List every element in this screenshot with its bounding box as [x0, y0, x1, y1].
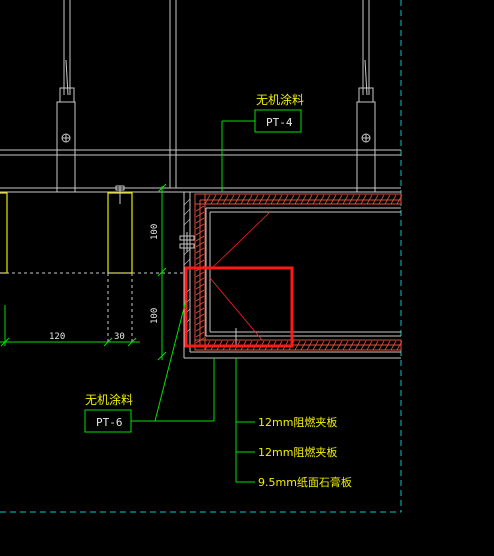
hanger-rods: [63, 0, 370, 188]
layer-note-3: 9.5mm纸面石膏板: [258, 475, 352, 489]
dimension-text-120: 120: [49, 332, 65, 342]
cad-drawing-canvas[interactable]: 无机涂料 PT-4 无机涂料 PT-6 12mm阻燃夹板 12mm阻燃夹板 9.…: [0, 0, 494, 556]
callout-left-material: 无机涂料: [85, 392, 133, 407]
callout-left-code: PT-6: [96, 416, 123, 429]
layer-note-1: 12mm阻燃夹板: [258, 415, 337, 429]
dimension-text-30: 30: [114, 332, 125, 342]
section-diagonals: [209, 211, 271, 341]
inner-framing: [205, 207, 401, 337]
hanger-bracket-left: [56, 87, 76, 193]
layer-note-leaders: [155, 358, 255, 483]
ceiling-detail-drawing: 无机涂料 PT-4 无机涂料 PT-6 12mm阻燃夹板 12mm阻燃夹板 9.…: [0, 0, 403, 513]
hanger-bracket-right: [356, 87, 376, 193]
callout-left-leader: [84, 299, 187, 433]
vertical-dimension: [157, 183, 167, 361]
dimension-text-upper: 100: [150, 224, 160, 240]
joists: [0, 192, 133, 274]
callout-top-code: PT-4: [266, 116, 293, 129]
dimension-text-lower: 100: [150, 308, 160, 324]
callout-top-material: 无机涂料: [256, 92, 304, 107]
main-channel: [0, 149, 401, 193]
screw-fixing: [179, 232, 195, 252]
layer-note-2: 12mm阻燃夹板: [258, 445, 337, 459]
hatch-left: [195, 205, 205, 344]
joist-clip: [115, 185, 125, 204]
board-layers-hatched: [194, 193, 402, 351]
